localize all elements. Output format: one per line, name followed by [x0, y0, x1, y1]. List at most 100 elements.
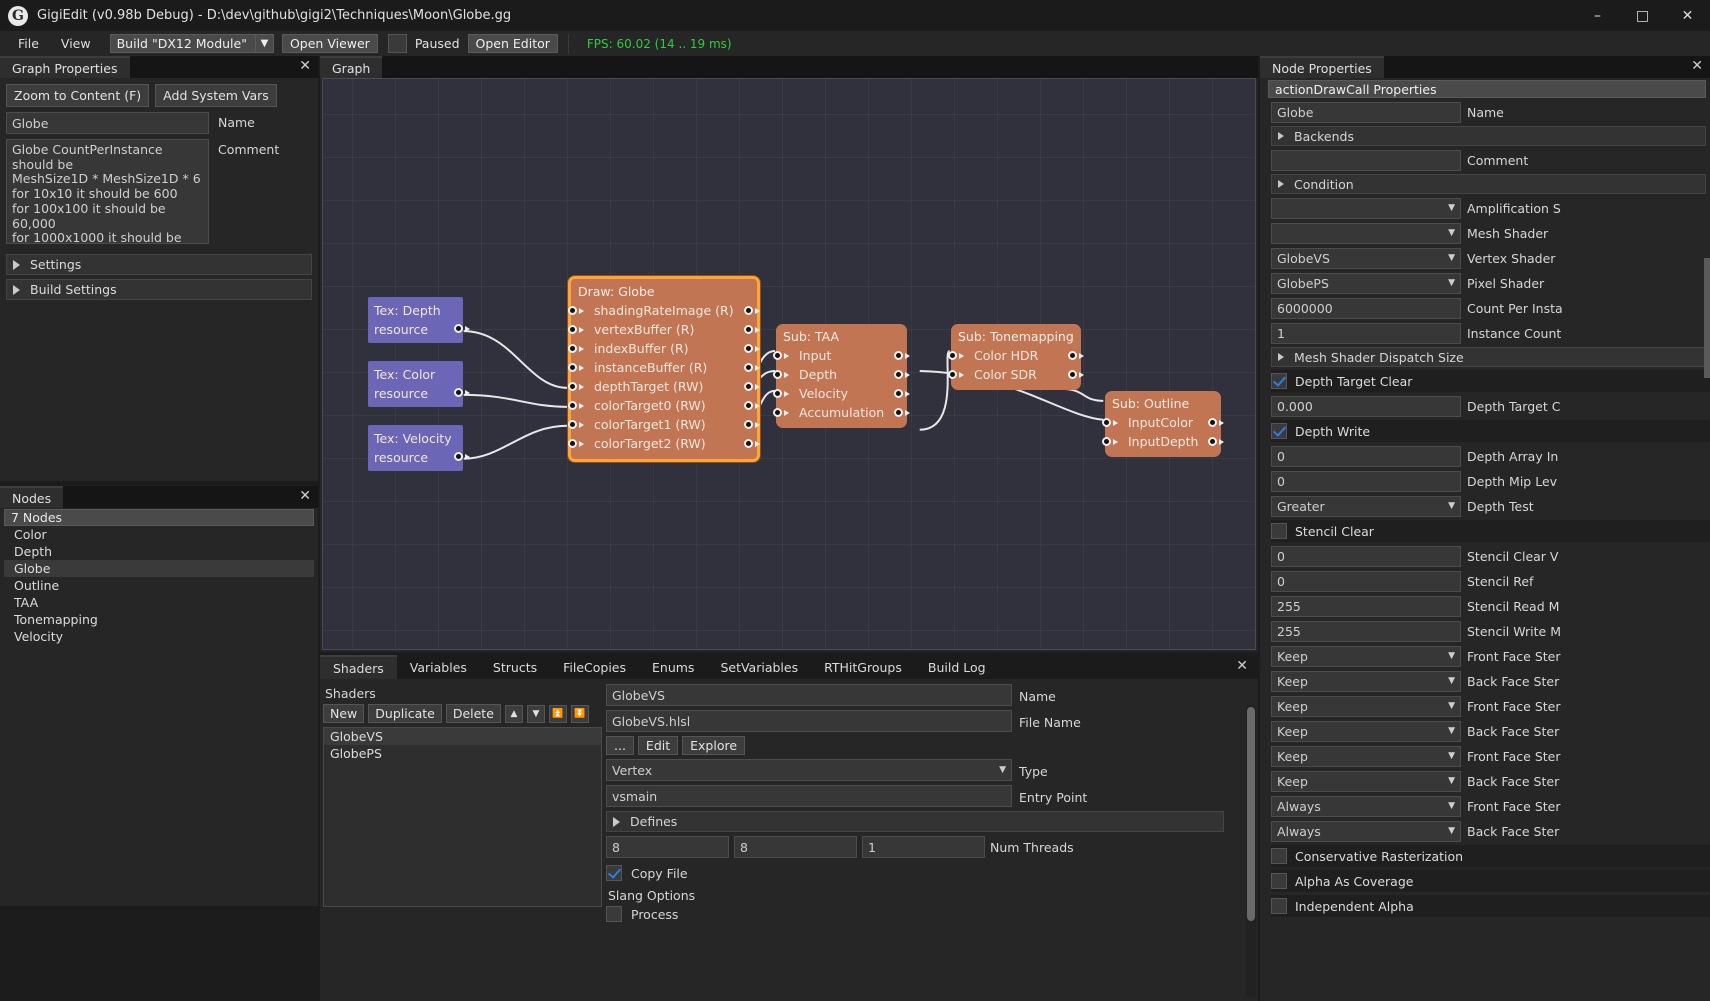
- property-input[interactable]: 0: [1271, 445, 1461, 467]
- property-dropdown[interactable]: Greater ▼: [1271, 495, 1461, 517]
- tab-structs[interactable]: Structs: [480, 655, 550, 679]
- tree-toggle-mesh-shader-dispatch-size[interactable]: Mesh Shader Dispatch Size: [1271, 347, 1706, 367]
- property-dropdown[interactable]: Always ▼: [1271, 795, 1461, 817]
- output-pin[interactable]: [1067, 370, 1084, 379]
- property-dropdown[interactable]: ▼: [1271, 222, 1461, 244]
- sidebar-item-outline[interactable]: Outline: [4, 577, 314, 594]
- property-dropdown[interactable]: Always ▼: [1271, 820, 1461, 842]
- bottom-panel-close-icon[interactable]: ✕: [1236, 659, 1248, 673]
- property-dropdown[interactable]: Keep ▼: [1271, 695, 1461, 717]
- property-dropdown[interactable]: Keep ▼: [1271, 645, 1461, 667]
- output-pin[interactable]: [1067, 351, 1084, 360]
- output-pin[interactable]: [743, 382, 760, 391]
- process-checkbox[interactable]: [606, 906, 622, 922]
- move-down-icon[interactable]: ▼: [526, 704, 545, 723]
- sidebar-item-depth[interactable]: Depth: [4, 543, 314, 560]
- sidebar-item-taa[interactable]: TAA: [4, 594, 314, 611]
- open-editor-button[interactable]: Open Editor: [467, 34, 558, 53]
- graph-node-sub-taa[interactable]: Sub: TAA Input Depth Velocity Accumulation: [773, 324, 911, 428]
- property-input[interactable]: 255: [1271, 595, 1461, 617]
- checkbox-independent-alpha[interactable]: [1271, 898, 1287, 914]
- graph-comment-textarea[interactable]: Globe CountPerInstance should be MeshSiz…: [6, 139, 209, 244]
- tab-filecopies[interactable]: FileCopies: [550, 655, 639, 679]
- num-threads-z-input[interactable]: 1: [862, 836, 985, 858]
- sidebar-item-globe[interactable]: Globe: [4, 560, 314, 577]
- menu-view[interactable]: View: [50, 33, 102, 54]
- property-input[interactable]: 255: [1271, 620, 1461, 642]
- num-threads-x-input[interactable]: 8: [606, 836, 729, 858]
- move-up-icon[interactable]: ▲: [504, 704, 523, 723]
- sidebar-item-tonemapping[interactable]: Tonemapping: [4, 611, 314, 628]
- tab-enums[interactable]: Enums: [639, 655, 707, 679]
- property-input[interactable]: 0: [1271, 545, 1461, 567]
- output-pin[interactable]: [743, 344, 760, 353]
- defines-tree-toggle[interactable]: Defines: [606, 811, 1224, 832]
- tree-toggle-condition[interactable]: Condition: [1271, 174, 1706, 194]
- build-target-dropdown[interactable]: Build "DX12 Module" ▼: [109, 34, 274, 53]
- output-pin[interactable]: [894, 351, 911, 360]
- shader-type-dropdown[interactable]: Vertex ▼: [606, 759, 1012, 781]
- tab-shaders[interactable]: Shaders: [320, 655, 397, 679]
- tab-rthitgroups[interactable]: RTHitGroups: [811, 655, 915, 679]
- menu-file[interactable]: File: [7, 33, 50, 54]
- tab-build-log[interactable]: Build Log: [915, 655, 999, 679]
- node-properties-scrollbar[interactable]: [1704, 258, 1710, 378]
- output-pin[interactable]: [454, 324, 470, 333]
- property-dropdown[interactable]: Keep ▼: [1271, 670, 1461, 692]
- property-input[interactable]: [1271, 149, 1461, 171]
- maximize-icon[interactable]: □: [1620, 0, 1665, 31]
- property-dropdown[interactable]: Keep ▼: [1271, 745, 1461, 767]
- node-properties-close-icon[interactable]: ✕: [1691, 59, 1703, 73]
- property-input[interactable]: 0.000: [1271, 395, 1461, 417]
- move-bottom-icon[interactable]: ⏬: [570, 704, 589, 723]
- input-pin[interactable]: [773, 389, 789, 398]
- delete-shader-button[interactable]: Delete: [445, 704, 501, 723]
- explore-button[interactable]: Explore: [682, 736, 746, 755]
- sidebar-item-velocity[interactable]: Velocity: [4, 628, 314, 645]
- input-pin[interactable]: [568, 344, 584, 353]
- list-item[interactable]: GlobeVS: [324, 728, 601, 745]
- input-pin[interactable]: [568, 401, 584, 410]
- tab-graph[interactable]: Graph: [320, 56, 383, 78]
- tab-setvariables[interactable]: SetVariables: [707, 655, 811, 679]
- graph-node-sub-outline[interactable]: Sub: Outline InputColor InputDepth: [1102, 391, 1225, 457]
- property-dropdown[interactable]: ▼: [1271, 197, 1461, 219]
- property-input[interactable]: 1: [1271, 322, 1461, 344]
- input-pin[interactable]: [773, 408, 789, 417]
- property-input[interactable]: 6000000: [1271, 297, 1461, 319]
- property-dropdown[interactable]: GlobePS ▼: [1271, 272, 1461, 294]
- output-pin[interactable]: [743, 325, 760, 334]
- property-dropdown[interactable]: GlobeVS ▼: [1271, 247, 1461, 269]
- paused-checkbox[interactable]: [387, 34, 407, 53]
- input-pin[interactable]: [948, 370, 964, 379]
- entry-point-input[interactable]: vsmain: [606, 785, 1012, 807]
- output-pin[interactable]: [743, 401, 760, 410]
- nodes-close-icon[interactable]: ✕: [299, 489, 311, 503]
- tab-variables[interactable]: Variables: [397, 655, 480, 679]
- property-dropdown[interactable]: Keep ▼: [1271, 720, 1461, 742]
- new-shader-button[interactable]: New: [323, 704, 365, 723]
- property-input[interactable]: 0: [1271, 470, 1461, 492]
- checkbox-depth-target-clear[interactable]: [1271, 373, 1287, 389]
- shader-file-input[interactable]: GlobeVS.hlsl: [606, 710, 1012, 732]
- output-pin[interactable]: [454, 452, 470, 461]
- graph-properties-close-icon[interactable]: ✕: [299, 59, 311, 73]
- zoom-to-content-button[interactable]: Zoom to Content (F): [6, 84, 150, 107]
- bottom-panel-scrollbar[interactable]: [1246, 705, 1256, 997]
- graph-node-tex-depth[interactable]: Tex: Depth resource: [368, 297, 470, 343]
- input-pin[interactable]: [948, 351, 964, 360]
- tab-graph-properties[interactable]: Graph Properties: [0, 56, 130, 78]
- input-pin[interactable]: [568, 363, 584, 372]
- move-top-icon[interactable]: ⏫: [548, 704, 567, 723]
- output-pin[interactable]: [743, 363, 760, 372]
- list-item[interactable]: GlobePS: [324, 745, 601, 762]
- property-input[interactable]: 0: [1271, 570, 1461, 592]
- checkbox-stencil-clear[interactable]: [1271, 523, 1287, 539]
- output-pin[interactable]: [894, 370, 911, 379]
- output-pin[interactable]: [743, 420, 760, 429]
- open-viewer-button[interactable]: Open Viewer: [281, 34, 378, 53]
- property-input[interactable]: Globe: [1271, 101, 1461, 123]
- input-pin[interactable]: [773, 351, 789, 360]
- copy-file-checkbox[interactable]: [606, 865, 622, 881]
- browse-button[interactable]: ...: [606, 736, 634, 755]
